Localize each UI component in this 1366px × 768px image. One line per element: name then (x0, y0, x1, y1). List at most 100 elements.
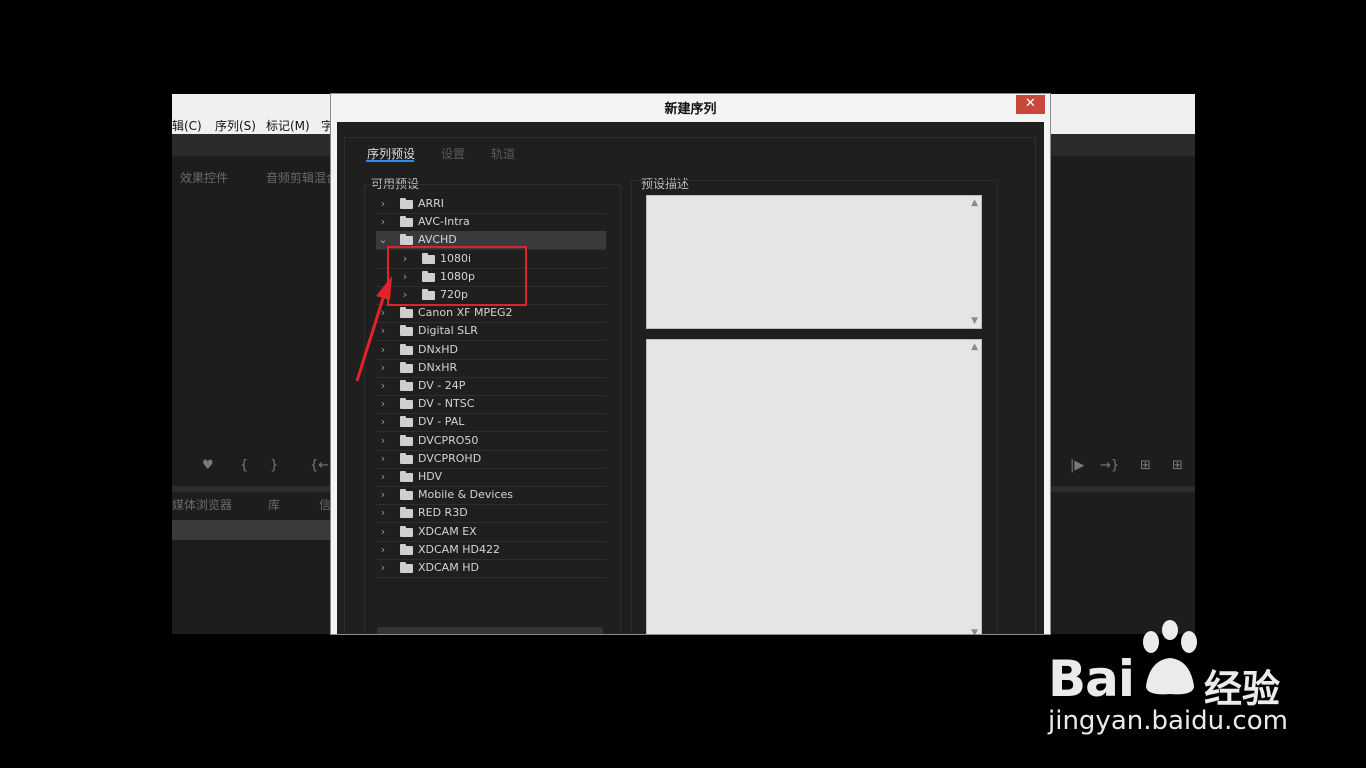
active-tab-indicator (366, 160, 414, 162)
baidu-paw-logo-icon (1143, 620, 1197, 695)
preset-row[interactable]: › DV - NTSC (376, 395, 606, 415)
chevron-right-icon[interactable]: › (377, 213, 389, 231)
folder-icon (400, 343, 413, 355)
go-to-out-icon[interactable]: →} (1100, 458, 1119, 473)
preset-label: RED R3D (418, 506, 468, 520)
preset-row[interactable]: › XDCAM HD (376, 559, 606, 578)
folder-icon (400, 416, 413, 428)
folder-icon (400, 471, 413, 482)
close-icon: ✕ (1025, 96, 1036, 111)
preset-label: DV - PAL (418, 415, 465, 429)
dialog-body: 序列预设 设置 轨道 可用预设 预设描述 › ARRI › AVC-Intra ⌄ AVC… (337, 122, 1044, 634)
chevron-right-icon[interactable]: › (377, 504, 389, 522)
annotation-highlight-box (387, 246, 527, 306)
folder-icon (400, 307, 413, 319)
preset-row[interactable]: › ARRI (376, 195, 606, 214)
chevron-right-icon[interactable]: › (377, 541, 389, 559)
preset-label: DVCPROHD (418, 451, 482, 465)
preset-label: DNxHD (418, 342, 458, 356)
preset-label: Canon XF MPEG2 (418, 306, 513, 320)
preset-row[interactable]: › AVC-Intra (376, 213, 606, 233)
scroll-down-icon[interactable]: ▼ (971, 316, 978, 326)
mark-out-icon[interactable]: } (270, 458, 278, 473)
preset-label: Digital SLR (418, 324, 478, 338)
tab-media-browser[interactable]: 媒体浏览器 (172, 496, 232, 513)
folder-icon (400, 434, 413, 446)
preset-label: XDCAM HD (418, 561, 479, 574)
folder-icon (400, 361, 413, 373)
chevron-right-icon[interactable]: › (377, 450, 389, 468)
preset-row[interactable]: › HDV (376, 468, 606, 487)
watermark-url: jingyan.baidu.com (1048, 706, 1288, 736)
menu-edit[interactable]: 辑(C) (172, 117, 202, 134)
scroll-up-icon[interactable]: ▲ (971, 342, 978, 352)
mark-in-icon[interactable]: { (240, 458, 248, 473)
preset-row[interactable]: › RED R3D (376, 504, 606, 524)
folder-icon (400, 234, 413, 246)
preset-row[interactable]: › Digital SLR (376, 322, 606, 342)
chevron-right-icon[interactable]: › (377, 486, 389, 504)
folder-icon (400, 562, 413, 573)
preset-details-box[interactable]: ▲ ▼ (646, 339, 982, 634)
preset-label: DV - NTSC (418, 397, 475, 411)
preset-label: AVC-Intra (418, 215, 470, 229)
close-button[interactable]: ✕ (1016, 95, 1045, 114)
folder-icon (400, 489, 413, 501)
preset-row[interactable]: › XDCAM EX (376, 523, 606, 542)
preset-row[interactable]: › XDCAM HD422 (376, 541, 606, 560)
preset-row[interactable]: › DVCPROHD (376, 450, 606, 469)
preset-label: ARRI (418, 197, 445, 210)
folder-icon (400, 325, 413, 337)
tab-tracks[interactable]: 轨道 (491, 145, 515, 162)
folder-icon (400, 543, 413, 555)
preset-label: DNxHR (418, 360, 458, 374)
folder-icon (400, 380, 413, 391)
media-browser-row[interactable] (172, 520, 332, 540)
preset-label: DV - 24P (418, 379, 466, 392)
preset-row[interactable]: › DNxHR (376, 359, 606, 378)
chevron-right-icon[interactable]: › (377, 395, 389, 413)
folder-icon (400, 452, 413, 464)
marker-icon[interactable]: ♥ (202, 458, 214, 473)
preset-row[interactable]: › DV - PAL (376, 413, 606, 433)
step-forward-icon[interactable]: |▶ (1070, 458, 1084, 473)
chevron-right-icon[interactable]: › (377, 523, 389, 541)
preset-label: HDV (418, 470, 443, 483)
tab-audio-clip-mixer[interactable]: 音频剪辑混合 (266, 169, 338, 186)
menu-marker[interactable]: 标记(M) (266, 117, 310, 134)
preset-label: Mobile & Devices (418, 488, 514, 502)
chevron-right-icon[interactable]: › (377, 468, 389, 486)
tab-info[interactable]: 信 (319, 496, 331, 513)
menu-sequence[interactable]: 序列(S) (215, 117, 256, 134)
chevron-right-icon[interactable]: › (377, 432, 389, 450)
folder-icon (400, 198, 413, 209)
folder-icon (400, 507, 413, 519)
preset-row[interactable]: › Canon XF MPEG2 (376, 304, 606, 324)
tab-libraries[interactable]: 库 (268, 496, 280, 513)
preset-row[interactable]: › DV - 24P (376, 377, 606, 396)
watermark-brand: Bai (1048, 650, 1135, 708)
overwrite-icon[interactable]: ⊞ (1172, 458, 1183, 473)
folder-icon (400, 525, 413, 537)
preset-row[interactable]: › Mobile & Devices (376, 486, 606, 506)
preset-label: DVCPRO50 (418, 433, 479, 447)
folder-icon (400, 216, 413, 228)
scroll-up-icon[interactable]: ▲ (971, 198, 978, 208)
go-to-in-icon[interactable]: {← (310, 458, 329, 473)
chevron-right-icon[interactable]: › (377, 413, 389, 431)
insert-icon[interactable]: ⊞ (1140, 458, 1151, 473)
chevron-right-icon[interactable]: › (377, 559, 389, 577)
preset-row[interactable]: › DVCPRO50 (376, 432, 606, 451)
chevron-right-icon[interactable]: › (377, 195, 389, 213)
tab-effect-controls[interactable]: 效果控件 (180, 169, 228, 186)
new-sequence-dialog: 新建序列 ✕ 序列预设 设置 轨道 可用预设 预设描述 › ARRI › AVC-In… (331, 94, 1050, 634)
preset-row[interactable]: › DNxHD (376, 341, 606, 360)
folder-icon (400, 398, 413, 410)
preset-description-box[interactable]: ▲ ▼ (646, 195, 982, 329)
dialog-title: 新建序列 (664, 102, 717, 117)
preset-label: XDCAM EX (418, 524, 477, 538)
presets-horizontal-scrollbar[interactable] (377, 627, 603, 634)
scroll-down-icon[interactable]: ▼ (971, 628, 978, 634)
preset-label: XDCAM HD422 (418, 542, 500, 556)
tab-settings[interactable]: 设置 (441, 145, 465, 162)
